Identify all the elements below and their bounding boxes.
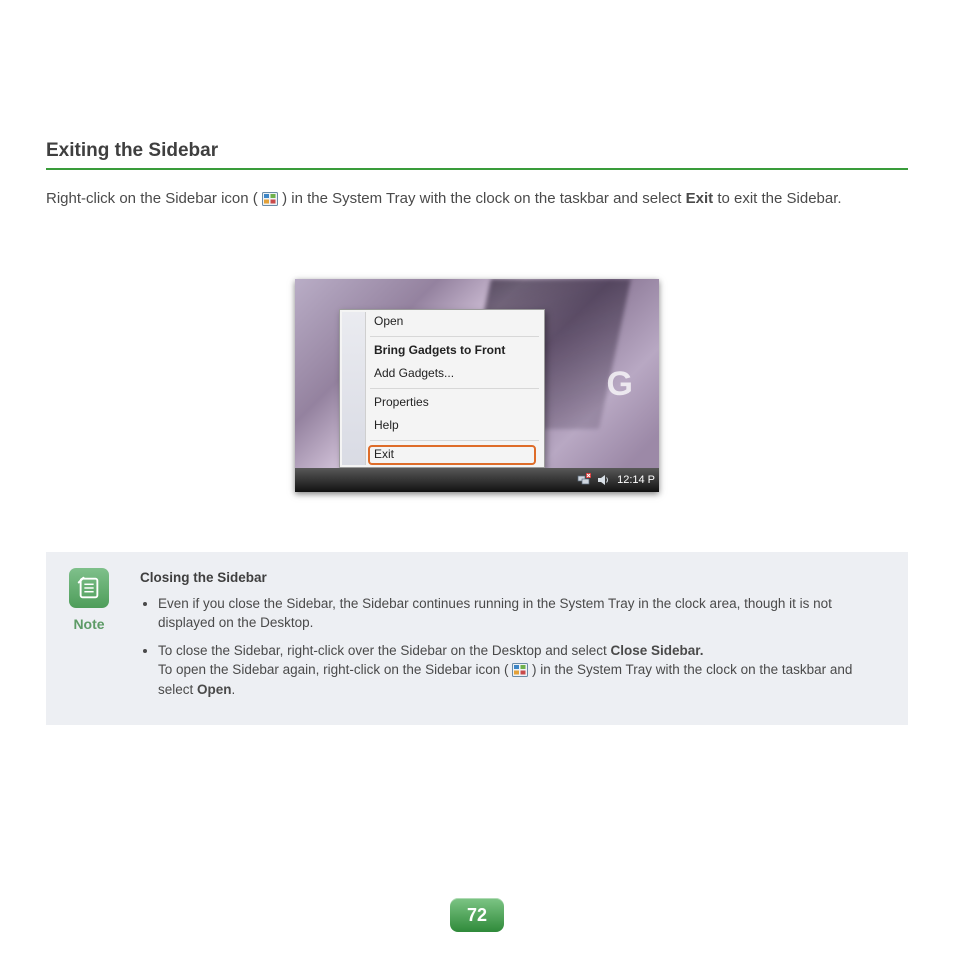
intro-text-1: Right-click on the Sidebar icon ( bbox=[46, 190, 258, 207]
note-title: Closing the Sidebar bbox=[140, 568, 890, 588]
nb2-pre: To close the Sidebar, right-click over t… bbox=[158, 643, 611, 658]
note-box: Note Closing the Sidebar Even if you clo… bbox=[46, 552, 908, 725]
taskbar: 12:14 P bbox=[295, 468, 659, 492]
context-menu-screenshot: G Open Bring Gadgets to Front Add Gadget… bbox=[295, 279, 659, 492]
sidebar-tray-icon bbox=[512, 663, 528, 677]
menu-item-bring-to-front[interactable]: Bring Gadgets to Front bbox=[340, 339, 544, 363]
taskbar-clock: 12:14 P bbox=[615, 474, 657, 486]
sidebar-context-menu: Open Bring Gadgets to Front Add Gadgets.… bbox=[339, 309, 545, 468]
menu-item-add-gadgets[interactable]: Add Gadgets... bbox=[340, 362, 544, 386]
menu-item-help[interactable]: Help bbox=[340, 414, 544, 438]
menu-item-open[interactable]: Open bbox=[340, 310, 544, 334]
menu-item-exit[interactable]: Exit bbox=[340, 443, 544, 467]
page-number-badge: 72 bbox=[450, 898, 504, 932]
nb2-close-sidebar-bold: Close Sidebar. bbox=[611, 643, 704, 658]
section-heading: Exiting the Sidebar bbox=[46, 140, 908, 162]
menu-item-properties[interactable]: Properties bbox=[340, 391, 544, 415]
nb2-line2c: . bbox=[232, 682, 236, 697]
intro-paragraph: Right-click on the Sidebar icon ( ) in t… bbox=[46, 188, 908, 209]
intro-text-3: to exit the Sidebar. bbox=[717, 190, 841, 207]
tray-network-icon[interactable] bbox=[577, 473, 591, 487]
heading-divider bbox=[46, 168, 908, 170]
intro-exit-bold: Exit bbox=[686, 190, 714, 207]
note-icon bbox=[69, 568, 109, 608]
sidebar-tray-icon bbox=[262, 191, 278, 205]
intro-text-2: ) in the System Tray with the clock on t… bbox=[282, 190, 686, 207]
nb2-open-bold: Open bbox=[197, 682, 232, 697]
nb2-line2a: To open the Sidebar again, right-click o… bbox=[158, 662, 508, 677]
brand-letter: G bbox=[607, 365, 635, 404]
note-bullet-1: Even if you close the Sidebar, the Sideb… bbox=[158, 594, 890, 633]
note-bullet-2: To close the Sidebar, right-click over t… bbox=[158, 641, 890, 700]
tray-volume-icon[interactable] bbox=[596, 473, 610, 487]
note-label: Note bbox=[64, 614, 114, 634]
